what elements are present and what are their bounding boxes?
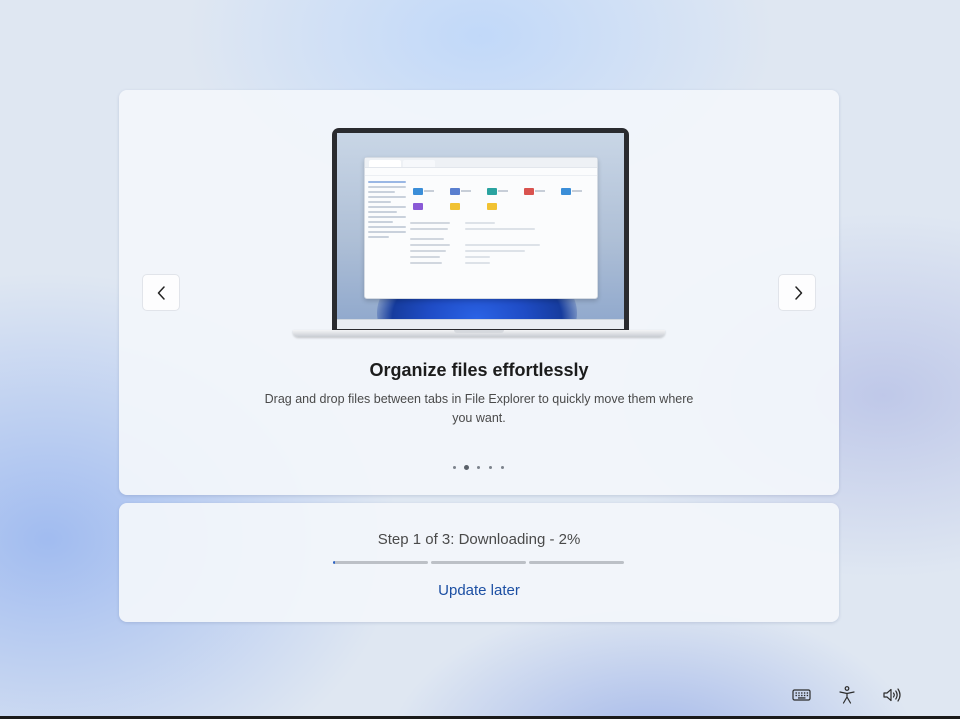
laptop-base xyxy=(293,330,665,337)
keyboard-icon[interactable] xyxy=(791,685,813,705)
volume-icon[interactable] xyxy=(881,685,903,705)
accessibility-icon[interactable] xyxy=(836,685,858,705)
laptop-taskbar xyxy=(337,319,624,329)
progress-segment xyxy=(431,561,526,564)
tips-carousel-card: Organize files effortlessly Drag and dro… xyxy=(119,90,839,495)
explorer-sidebar xyxy=(368,178,406,241)
slide-pagination xyxy=(452,464,512,472)
slide-dot[interactable] xyxy=(501,466,504,469)
download-status-text: Step 1 of 3: Downloading - 2% xyxy=(377,531,581,548)
slide-dot[interactable] xyxy=(489,466,492,469)
explorer-tab-bar xyxy=(365,158,597,168)
progress-segment xyxy=(333,561,428,564)
laptop-screen-frame xyxy=(332,128,629,330)
previous-slide-button[interactable] xyxy=(142,274,180,311)
slide-dot[interactable] xyxy=(477,466,480,469)
file-explorer-window xyxy=(364,157,598,299)
explorer-toolbar xyxy=(365,168,597,176)
progress-segment xyxy=(529,561,624,564)
update-later-link[interactable]: Update later xyxy=(119,582,839,599)
slide-title: Organize files effortlessly xyxy=(369,360,589,380)
laptop-screen xyxy=(337,133,624,329)
chevron-left-icon xyxy=(157,286,165,300)
update-progress-bar xyxy=(333,561,625,564)
slide-dot[interactable] xyxy=(453,466,456,469)
next-slide-button[interactable] xyxy=(778,274,816,311)
chevron-right-icon xyxy=(795,286,803,300)
slide-description: Drag and drop files between tabs in File… xyxy=(264,392,694,425)
update-status-card: Step 1 of 3: Downloading - 2% Update lat… xyxy=(119,503,839,622)
slide-dot[interactable] xyxy=(464,465,469,470)
laptop-illustration xyxy=(293,128,665,338)
